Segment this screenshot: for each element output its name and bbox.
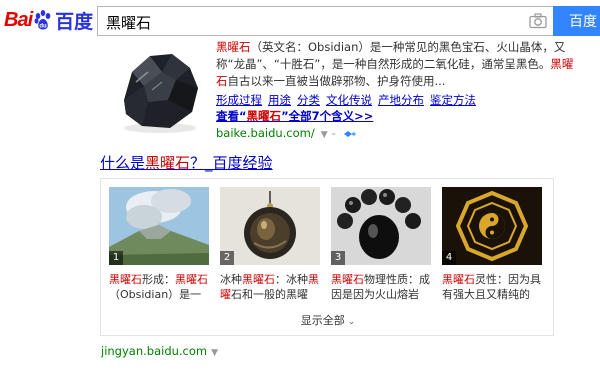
baike-abstract: 黑曜石（英文名：Obsidian）是一种常见的黑色宝石、火山晶体，又 称“龙晶”…	[216, 39, 596, 90]
baidu-logo[interactable]: Bai du 百度	[4, 6, 93, 34]
more-link-prefix: 查看“	[216, 109, 247, 123]
jingyan-url: jingyan.baidu.com ▼	[101, 343, 218, 361]
jingyan-card-box: 1 黑曜石形成：黑曜石（Obsidian）是一种... 2 冰种黑曜石：冰种黑曜…	[100, 178, 554, 336]
baike-cube-icon[interactable]	[343, 129, 357, 139]
more-link-suffix: ”全部7个含义>>	[281, 109, 374, 123]
jingyan-thumb-2[interactable]: 2	[220, 187, 320, 265]
sublink-usage[interactable]: 用途	[268, 93, 291, 107]
caption-text: 是因为火山熔岩迅...	[342, 288, 419, 301]
jingyan-caption-3[interactable]: 黑曜石物理性质：成因是因为火山熔岩迅...	[331, 272, 433, 302]
sublink-identification[interactable]: 鉴定方法	[430, 93, 476, 107]
url-dash: -	[331, 126, 336, 140]
abstract-highlight: 黑曜	[550, 57, 574, 71]
caption-highlight: 黑曜石	[331, 273, 364, 286]
caption-text: 强大且又精纯的能...	[453, 288, 530, 301]
show-all-label: 显示全部	[300, 314, 345, 327]
card-number: 1	[109, 251, 123, 265]
sublink-distribution[interactable]: 产地分布	[378, 93, 424, 107]
abstract-highlight: 石	[216, 74, 228, 88]
volcano-image	[109, 187, 209, 265]
jingyan-title-suffix: ？_百度经验	[190, 154, 273, 172]
logo-text-bai: Bai	[4, 8, 33, 31]
jingyan-caption-4[interactable]: 黑曜石灵性：因为具有强大且又精纯的能...	[442, 272, 544, 302]
more-link-highlight: 黑曜石	[246, 109, 282, 123]
jingyan-card-3[interactable]: 3 黑曜石物理性质：成因是因为火山熔岩迅...	[331, 187, 431, 302]
jingyan-card-4[interactable]: 4 黑曜石灵性：因为具有强大且又精纯的能...	[442, 187, 542, 302]
caption-text: 形成：	[142, 273, 175, 286]
card-number: 4	[442, 251, 456, 265]
jingyan-title-prefix: 什么是	[100, 154, 146, 172]
caption-text: 冰种	[220, 273, 242, 286]
baike-url-text[interactable]: baike.baidu.com/	[216, 126, 315, 140]
abstract-line-3: 自古以来一直被当做辟邪物、护身符使用...	[227, 74, 446, 88]
jingyan-caption-2[interactable]: 冰种黑曜石：冰种黑曜石和一般的黑曜石...	[220, 272, 322, 302]
jingyan-card-1[interactable]: 1 黑曜石形成：黑曜石 （Obsidian）是一种...	[109, 187, 209, 302]
abstract-highlight: 黑曜石	[216, 40, 251, 54]
baike-sublinks: 形成过程 用途 分类 文化传说 产地分布 鉴定方法	[216, 92, 482, 109]
jingyan-title-highlight: 黑曜石	[145, 154, 191, 172]
caption-text: （Obsidian）是一种...	[109, 288, 202, 301]
chevron-down-icon: ⌄	[347, 317, 356, 327]
abstract-line-1: （英文名：Obsidian）是一种常见的黑色宝石、火山晶体，又	[250, 40, 566, 54]
jingyan-result-title[interactable]: 什么是黑曜石？_百度经验	[100, 153, 273, 173]
bracelet-image	[331, 187, 431, 265]
card-number: 2	[220, 251, 234, 265]
caption-highlight: 黑曜石	[175, 273, 208, 286]
sublink-formation[interactable]: 形成过程	[216, 93, 262, 107]
caption-highlight: 黑曜石	[442, 273, 475, 286]
card-number: 3	[331, 251, 345, 265]
show-all-button[interactable]: 显示全部 ⌄	[101, 313, 555, 330]
jingyan-thumb-4[interactable]: 4	[442, 187, 542, 265]
search-query-text[interactable]: 黑曜石	[106, 12, 151, 33]
camera-icon[interactable]	[529, 13, 547, 29]
paw-icon: du	[34, 10, 51, 30]
search-input[interactable]: 黑曜石	[97, 6, 553, 36]
url-dropdown-icon[interactable]: ▼	[211, 348, 218, 358]
pendant-image	[220, 187, 320, 265]
sublink-legends[interactable]: 文化传说	[326, 93, 372, 107]
jingyan-card-2[interactable]: 2 冰种黑曜石：冰种黑曜石和一般的黑曜石...	[220, 187, 320, 302]
baike-url: baike.baidu.com/ ▼ -	[216, 125, 357, 144]
more-meanings-link[interactable]: 查看“黑曜石”全部7个含义>>	[216, 108, 373, 125]
bagua-image	[442, 187, 542, 265]
jingyan-caption-1[interactable]: 黑曜石形成：黑曜石 （Obsidian）是一种...	[109, 272, 211, 302]
url-dropdown-icon[interactable]: ▼	[321, 130, 328, 140]
caption-highlight: 黑曜石	[109, 273, 142, 286]
jingyan-thumb-1[interactable]: 1	[109, 187, 209, 265]
search-button[interactable]: 百度	[553, 6, 600, 36]
search-header: Bai du 百度 黑曜石 百度	[0, 0, 600, 42]
sublink-classification[interactable]: 分类	[297, 93, 320, 107]
jingyan-url-text[interactable]: jingyan.baidu.com	[101, 344, 207, 358]
caption-text: ：冰种	[275, 273, 308, 286]
jingyan-thumb-3[interactable]: 3	[331, 187, 431, 265]
logo-text-cn: 百度	[55, 10, 94, 33]
caption-text: 石和一般的黑曜石...	[231, 288, 308, 301]
caption-highlight: 黑曜石	[242, 273, 275, 286]
abstract-line-2: 称“龙晶”、“十胜石”，是一种自然形成的二氧化硅，通常呈黑色。	[216, 57, 551, 71]
svg-text:du: du	[39, 24, 47, 30]
obsidian-image[interactable]	[110, 42, 206, 138]
